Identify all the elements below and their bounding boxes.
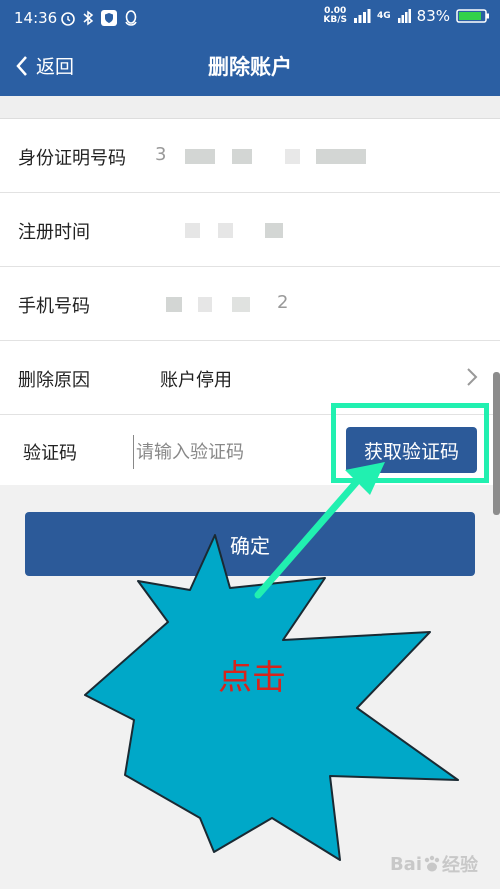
nav-bar: 返回 删除账户 [0, 36, 500, 96]
register-time-mask-1 [185, 223, 200, 238]
id-number-row: 身份证明号码 3 [0, 119, 500, 193]
page-title: 删除账户 [208, 55, 292, 79]
phone-mask-1 [166, 297, 182, 312]
register-time-mask-3 [265, 223, 283, 238]
paw-icon [424, 855, 440, 872]
status-bar: 14:36 0.00 KB/S 4G 83% [0, 0, 500, 36]
phone-mask-2 [198, 297, 212, 312]
chevron-right-icon [467, 368, 478, 386]
net-speed: 0.00 KB/S [323, 6, 347, 25]
id-number-mask-1 [185, 149, 215, 164]
battery-icon [456, 9, 489, 23]
battery-percent: 83% [416, 7, 450, 25]
status-icons-right: 0.00 KB/S 4G 83% [323, 7, 490, 25]
id-number-mask-4 [316, 149, 366, 164]
status-time: 14:36 [14, 9, 58, 27]
register-time-mask-2 [218, 223, 233, 238]
alarm-icon [61, 12, 75, 26]
phone-label: 手机号码 [18, 296, 90, 317]
scrollbar[interactable] [493, 372, 500, 515]
reason-label: 删除原因 [18, 370, 90, 391]
register-time-label: 注册时间 [18, 222, 90, 243]
section-gap [0, 96, 500, 119]
network-type: 4G [377, 11, 391, 21]
bluetooth-icon [83, 10, 94, 26]
highlight-box [331, 403, 489, 483]
verification-code-input[interactable] [133, 435, 328, 469]
phone-value-fragment: 2 [277, 292, 289, 313]
signal-icon-2 [397, 9, 411, 23]
register-time-row: 注册时间 [0, 193, 500, 267]
watermark-text: 经验 [442, 855, 478, 876]
id-number-mask-3 [285, 149, 300, 164]
id-number-prefix: 3 [155, 144, 167, 165]
qq-icon [125, 9, 137, 26]
reason-value: 账户停用 [160, 370, 232, 391]
click-annotation-text: 点击 [218, 658, 286, 698]
confirm-button[interactable]: 确定 [25, 512, 475, 576]
id-number-label: 身份证明号码 [18, 148, 126, 169]
watermark: Bai 经验 [390, 851, 478, 877]
baidu-logo-icon: Bai [389, 853, 422, 875]
phone-mask-3 [232, 297, 250, 312]
shield-app-icon [101, 10, 117, 26]
signal-icon [354, 9, 371, 23]
verification-code-label: 验证码 [23, 443, 77, 464]
status-icons-left [60, 9, 138, 27]
phone-row: 手机号码 2 [0, 267, 500, 341]
id-number-mask-2 [232, 149, 252, 164]
